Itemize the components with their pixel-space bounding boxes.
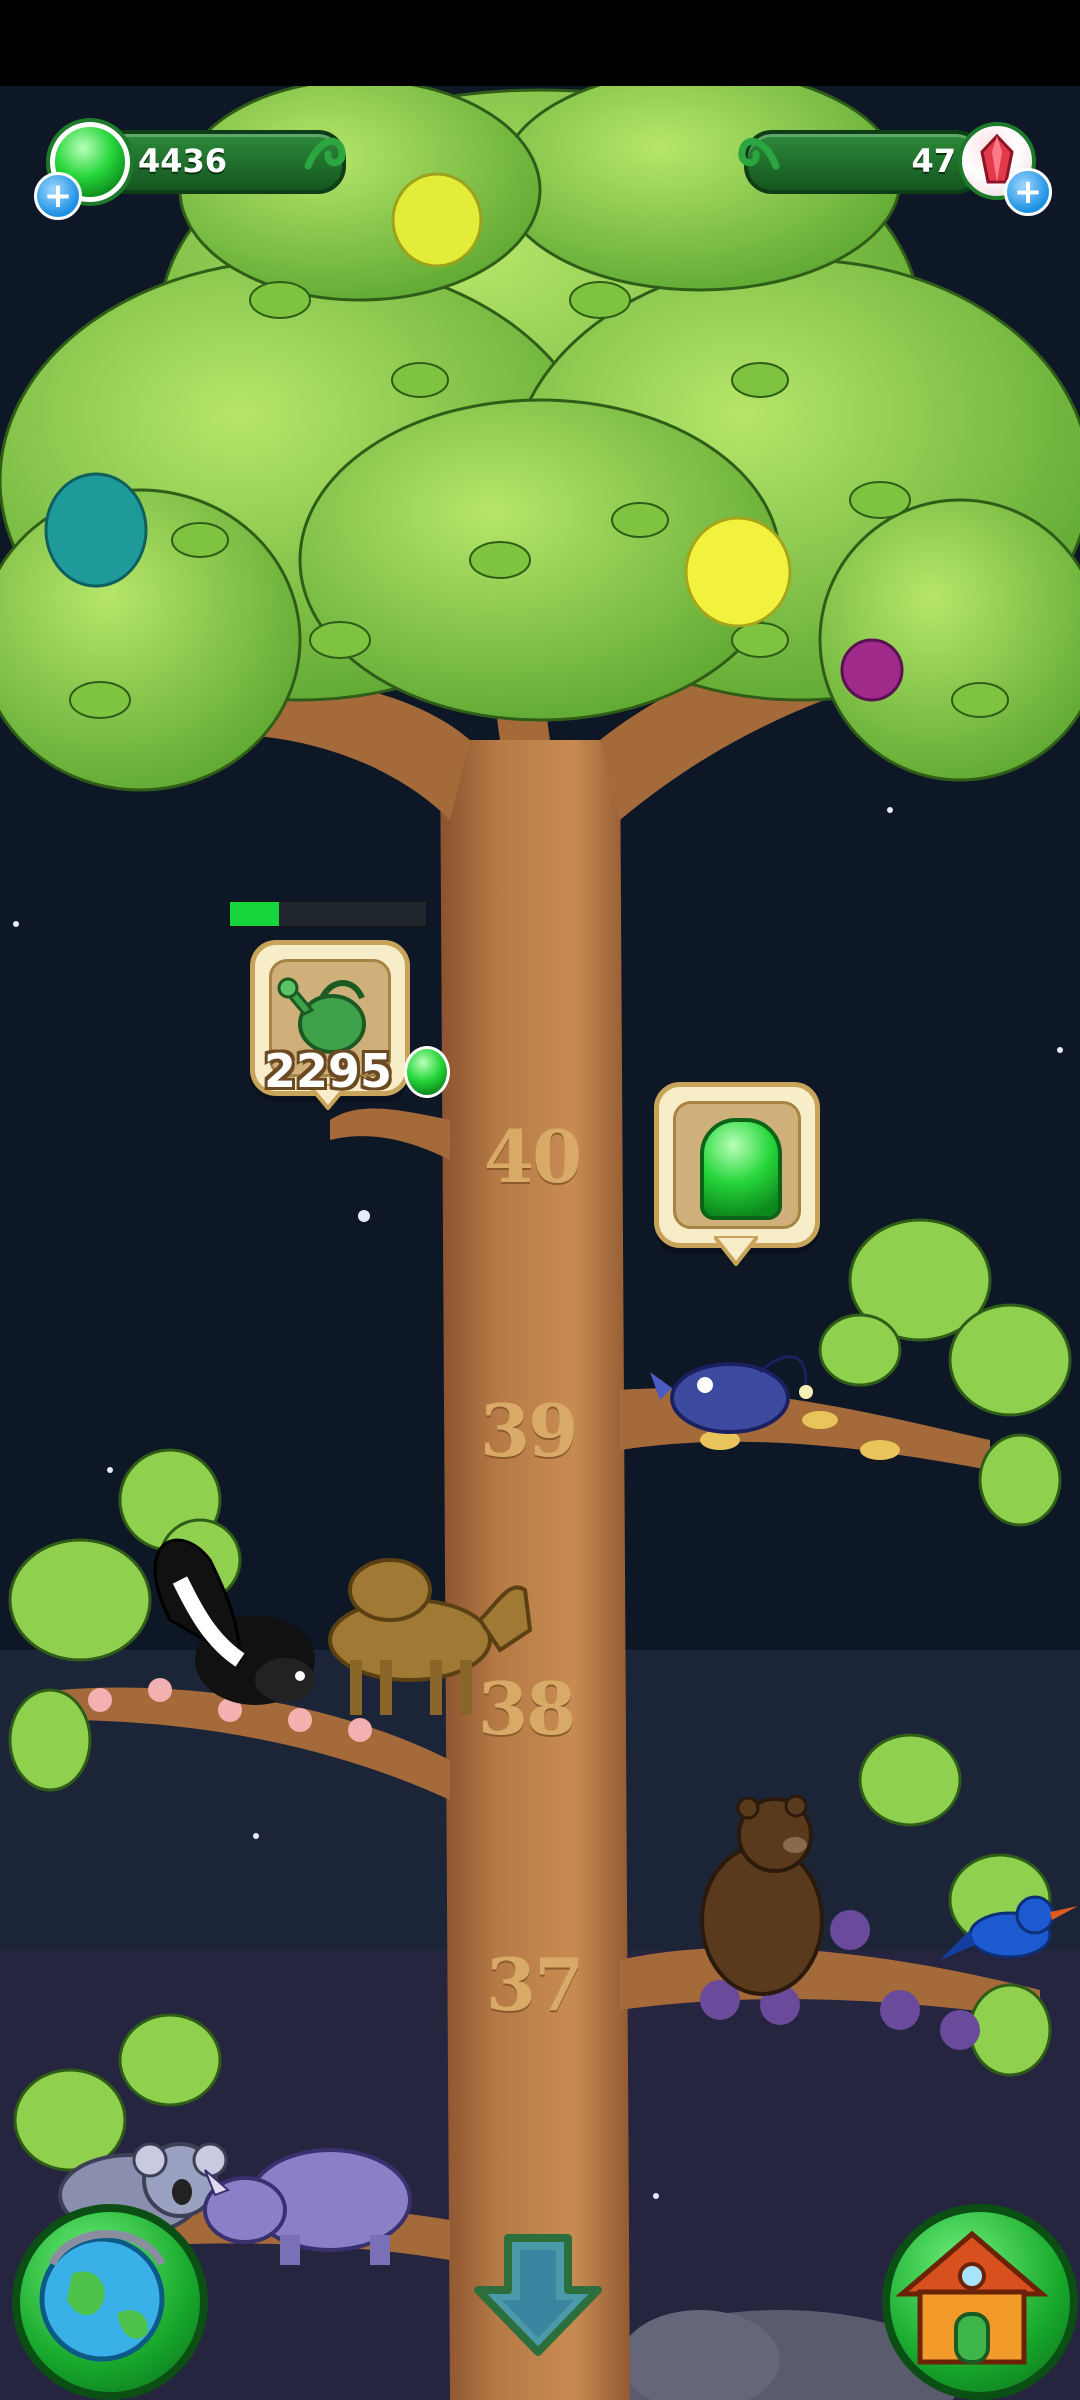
skunk[interactable] <box>153 1538 315 1705</box>
level-label-37: 37 <box>486 1942 584 2027</box>
scroll-down-button[interactable] <box>468 2230 608 2360</box>
home-button[interactable] <box>882 2204 1078 2400</box>
add-jelly-button[interactable]: + <box>34 172 82 220</box>
level-label-38: 38 <box>478 1666 576 1751</box>
task-cost: 2295 <box>264 1044 393 1098</box>
down-arrow-icon <box>474 2234 602 2356</box>
add-gems-button[interactable]: + <box>1004 168 1052 216</box>
vine-curl-icon <box>738 137 780 170</box>
gem-count: 47 <box>911 142 956 180</box>
bear[interactable] <box>700 1794 824 1996</box>
level-label-39: 39 <box>480 1388 578 1473</box>
status-bar <box>0 0 1080 86</box>
globe-icon <box>39 2230 166 2362</box>
anglerfish[interactable] <box>650 1355 813 1434</box>
vine-curl-icon <box>304 137 346 170</box>
kingfisher[interactable] <box>940 1895 1078 1960</box>
animals-layer <box>58 1355 1078 2265</box>
cost-jelly-icon <box>404 1046 450 1098</box>
bubble-pointer <box>714 1236 758 1266</box>
rhino[interactable] <box>203 2148 412 2265</box>
game-scene: 40 39 38 37 <box>0 86 1080 2400</box>
jelly-count: 4436 <box>138 142 228 180</box>
reward-bubble-inner <box>673 1101 801 1229</box>
task-progress-fill <box>230 902 279 926</box>
level-label-40: 40 <box>484 1114 582 1199</box>
globe-button[interactable] <box>12 2204 208 2400</box>
task-progress-bar <box>228 900 428 928</box>
jelly-reward-bubble[interactable] <box>654 1082 820 1248</box>
house-icon <box>895 2230 1049 2365</box>
jelly-icon <box>700 1118 782 1220</box>
